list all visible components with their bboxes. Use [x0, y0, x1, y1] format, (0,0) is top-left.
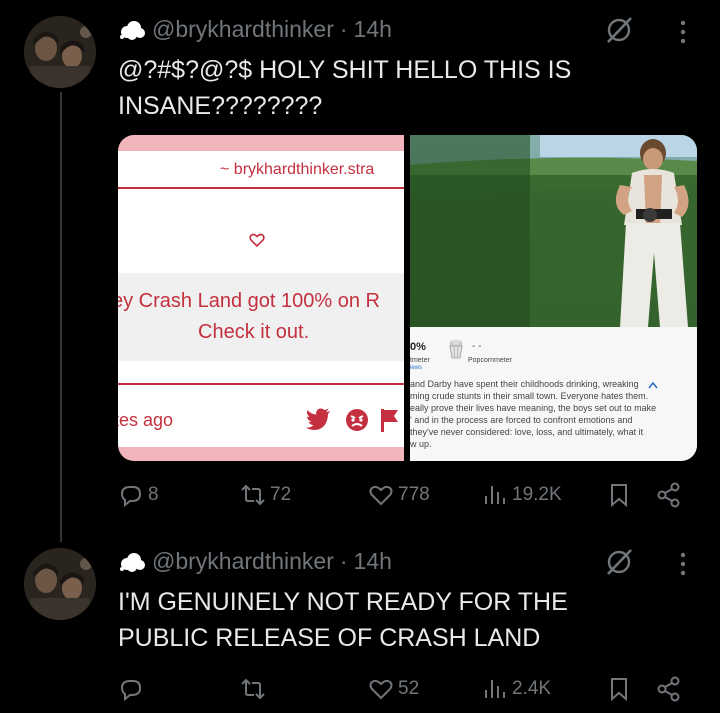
like-count: 778: [398, 484, 430, 505]
views-button[interactable]: 19.2K: [482, 482, 562, 508]
reply-count: 8: [148, 484, 159, 505]
retweet-button[interactable]: [240, 676, 270, 702]
popcornmeter-score: - -: [472, 341, 482, 352]
share-button[interactable]: [656, 482, 682, 508]
tweet-text-line: PUBLIC RELEASE OF CRASH LAND: [118, 624, 541, 652]
tomatometer-label: tmeter: [410, 357, 430, 364]
avatar-photo: [24, 16, 96, 88]
author-handle[interactable]: @brykhardthinker: [152, 16, 334, 43]
reply-button[interactable]: 8: [118, 482, 159, 508]
tweet-time[interactable]: 14h: [354, 548, 392, 575]
bookmark-button[interactable]: [606, 482, 632, 508]
media-image-right[interactable]: 0% tmeter iews - - Popcornmeter and Darb…: [410, 135, 697, 461]
card-bottom-bar: [118, 447, 404, 461]
tweet-header: @brykhardthinker · 14h: [118, 548, 392, 575]
retweet-icon: [241, 678, 265, 700]
share-icon: [657, 676, 680, 702]
card-message-line: ey Crash Land got 100% on R: [118, 290, 380, 312]
synopsis-line: eally prove their lives have meaning, th…: [410, 403, 657, 413]
like-count: 52: [398, 678, 420, 699]
tweet-text-line: @?#$?@?$ HOLY SHIT HELLO THIS IS: [118, 56, 572, 84]
reply-icon: [120, 486, 142, 508]
views-bar-chart-icon: [485, 680, 505, 698]
cloud-emoji-icon: [120, 552, 145, 572]
rotten-tomatoes-panel: 0% tmeter iews - - Popcornmeter and Darb…: [410, 327, 697, 461]
views-count: 2.4K: [512, 678, 552, 699]
retweet-button[interactable]: 72: [240, 482, 291, 508]
tomatometer-score: 0%: [410, 341, 426, 353]
synopsis-line: w up.: [410, 439, 432, 449]
tweet-time[interactable]: 14h: [354, 16, 392, 43]
popcorn-bucket-icon: [449, 339, 463, 359]
more-options-icon[interactable]: [678, 550, 688, 578]
avatar[interactable]: [24, 16, 96, 88]
reply-button[interactable]: [118, 676, 148, 702]
chevron-up-icon: [648, 381, 658, 389]
retweet-icon: [241, 484, 265, 506]
card-message-area: [118, 273, 404, 361]
card-body: [118, 189, 404, 273]
heart-icon: [369, 485, 393, 506]
card-spacer: [118, 361, 404, 383]
card-top-bar: [118, 135, 404, 151]
like-button[interactable]: 52: [368, 676, 419, 702]
cloud-emoji-icon: [120, 20, 145, 40]
reviews-link: iews: [410, 365, 423, 371]
synopsis-line: and Darby have spent their childhoods dr…: [410, 379, 639, 389]
heart-outline-icon: [249, 233, 265, 248]
avatar-photo: [24, 548, 96, 620]
heart-icon: [369, 679, 393, 700]
synopsis-line: they've never considered: love, loss, an…: [410, 427, 644, 437]
tweet-text: I'M GENUINELY NOT READY FOR THE PUBLIC R…: [118, 584, 568, 656]
reply-icon: [120, 680, 142, 702]
bookmark-button[interactable]: [606, 676, 632, 702]
movie-still-photo: [410, 135, 697, 327]
separator-dot: ·: [339, 548, 348, 574]
media-image-left[interactable]: ~ brykhardthinker.stra ey Crash Land got…: [118, 135, 404, 461]
separator-dot: ·: [339, 16, 348, 42]
grok-slash-icon[interactable]: [604, 547, 634, 577]
views-count: 19.2K: [512, 484, 562, 505]
like-button[interactable]: 778: [368, 482, 430, 508]
synopsis-line: ' and in the process are forced to confr…: [410, 415, 633, 425]
bookmark-icon: [611, 484, 627, 508]
twitter-bird-icon: [306, 408, 330, 430]
tweet-text-line: INSANE????????: [118, 92, 323, 120]
card-handle-text: ~ brykhardthinker.stra: [220, 161, 375, 178]
tweet-header: @brykhardthinker · 14h: [118, 16, 392, 43]
popcornmeter-label: Popcornmeter: [468, 357, 512, 364]
tweet-text-line: I'M GENUINELY NOT READY FOR THE: [118, 588, 568, 616]
card-time-text: tes ago: [118, 410, 174, 430]
avatar[interactable]: [24, 548, 96, 620]
grok-slash-icon[interactable]: [604, 15, 634, 45]
views-button[interactable]: 2.4K: [482, 676, 551, 702]
more-options-icon[interactable]: [678, 18, 688, 46]
flag-icon: [381, 409, 398, 432]
retweet-count: 72: [270, 484, 292, 505]
views-bar-chart-icon: [485, 486, 505, 504]
share-button[interactable]: [656, 676, 682, 702]
angry-face-icon: [346, 409, 368, 431]
tweet-text: @?#$?@?$ HOLY SHIT HELLO THIS IS INSANE?…: [118, 52, 571, 124]
author-handle[interactable]: @brykhardthinker: [152, 548, 334, 575]
tweet-media[interactable]: ~ brykhardthinker.stra ey Crash Land got…: [118, 135, 697, 461]
synopsis-line: ming crude stunts in their small town. E…: [410, 391, 649, 401]
movie-still-art: [410, 135, 697, 327]
bookmark-icon: [611, 678, 627, 702]
card-message-line: Check it out.: [198, 321, 310, 343]
thread-connector-line: [60, 92, 62, 542]
share-icon: [657, 482, 680, 508]
